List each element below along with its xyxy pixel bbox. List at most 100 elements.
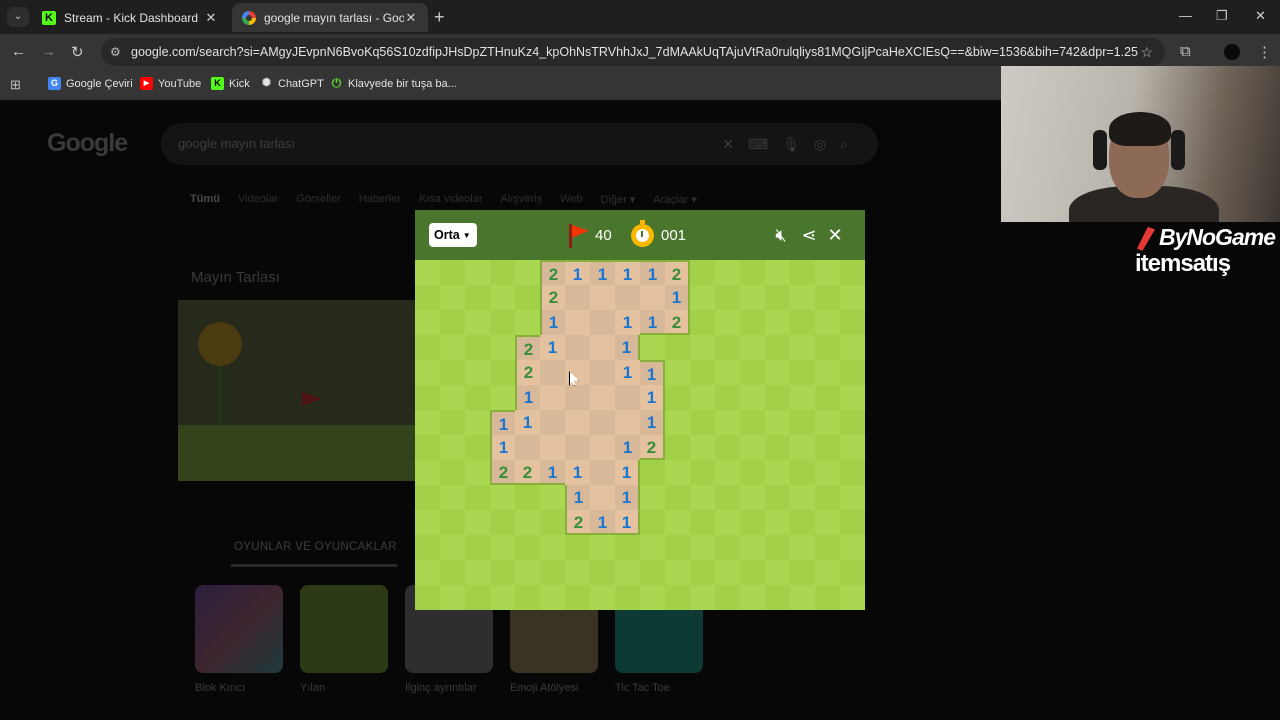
tab-all[interactable]: Tümü (190, 193, 220, 206)
hidden-cell[interactable] (765, 335, 790, 360)
hidden-cell[interactable] (840, 535, 865, 560)
hidden-cell[interactable] (590, 535, 615, 560)
hidden-cell[interactable] (440, 360, 465, 385)
hidden-cell[interactable] (440, 585, 465, 610)
hidden-cell[interactable] (465, 460, 490, 485)
hidden-cell[interactable] (465, 485, 490, 510)
mic-icon[interactable]: 🎙 (782, 136, 814, 152)
revealed-cell[interactable]: 1 (490, 435, 515, 460)
hidden-cell[interactable] (740, 460, 765, 485)
revealed-cell[interactable]: 1 (640, 385, 665, 410)
hidden-cell[interactable] (415, 335, 440, 360)
hidden-cell[interactable] (715, 285, 740, 310)
hidden-cell[interactable] (515, 585, 540, 610)
revealed-cell[interactable] (565, 335, 590, 360)
revealed-cell[interactable]: 1 (540, 460, 565, 485)
revealed-cell[interactable]: 1 (615, 435, 640, 460)
hidden-cell[interactable] (740, 560, 765, 585)
hidden-cell[interactable] (490, 510, 515, 535)
hidden-cell[interactable] (465, 310, 490, 335)
reload-icon[interactable]: ↻ (71, 43, 84, 61)
revealed-cell[interactable]: 1 (640, 310, 665, 335)
hidden-cell[interactable] (565, 560, 590, 585)
revealed-cell[interactable]: 1 (640, 360, 665, 385)
hidden-cell[interactable] (440, 310, 465, 335)
hidden-cell[interactable] (415, 460, 440, 485)
revealed-cell[interactable]: 1 (615, 360, 640, 385)
hidden-cell[interactable] (465, 260, 490, 285)
revealed-cell[interactable] (590, 310, 615, 335)
hidden-cell[interactable] (665, 585, 690, 610)
revealed-cell[interactable] (590, 285, 615, 310)
hidden-cell[interactable] (465, 510, 490, 535)
hidden-cell[interactable] (590, 560, 615, 585)
hidden-cell[interactable] (690, 435, 715, 460)
hidden-cell[interactable] (840, 460, 865, 485)
revealed-cell[interactable]: 2 (515, 460, 540, 485)
hidden-cell[interactable] (415, 285, 440, 310)
hidden-cell[interactable] (465, 585, 490, 610)
hidden-cell[interactable] (640, 485, 665, 510)
revealed-cell[interactable]: 2 (665, 310, 690, 335)
hidden-cell[interactable] (415, 435, 440, 460)
hidden-cell[interactable] (440, 485, 465, 510)
hidden-cell[interactable] (490, 585, 515, 610)
minimize-icon[interactable]: — (1179, 8, 1192, 23)
hidden-cell[interactable] (690, 360, 715, 385)
revealed-cell[interactable] (640, 285, 665, 310)
hidden-cell[interactable] (765, 585, 790, 610)
hidden-cell[interactable] (815, 560, 840, 585)
hidden-cell[interactable] (465, 335, 490, 360)
hidden-cell[interactable] (690, 485, 715, 510)
hidden-cell[interactable] (640, 335, 665, 360)
menu-kebab-icon[interactable]: ⋮ (1257, 43, 1272, 61)
hidden-cell[interactable] (665, 385, 690, 410)
profile-avatar[interactable] (1224, 44, 1240, 60)
revealed-cell[interactable] (565, 310, 590, 335)
hidden-cell[interactable] (640, 535, 665, 560)
revealed-cell[interactable]: 2 (665, 260, 690, 285)
hidden-cell[interactable] (515, 310, 540, 335)
hidden-cell[interactable] (515, 285, 540, 310)
hidden-cell[interactable] (790, 335, 815, 360)
hidden-cell[interactable] (790, 410, 815, 435)
hidden-cell[interactable] (815, 335, 840, 360)
hidden-cell[interactable] (465, 435, 490, 460)
hidden-cell[interactable] (665, 535, 690, 560)
hidden-cell[interactable] (515, 510, 540, 535)
hidden-cell[interactable] (490, 360, 515, 385)
restore-icon[interactable]: ❐ (1216, 8, 1228, 24)
close-window-icon[interactable]: ✕ (1255, 8, 1266, 24)
hidden-cell[interactable] (690, 510, 715, 535)
hidden-cell[interactable] (565, 585, 590, 610)
extensions-icon[interactable]: ⧉ (1180, 43, 1191, 60)
search-icon[interactable]: ⌕ (840, 136, 862, 152)
revealed-cell[interactable]: 1 (565, 260, 590, 285)
hidden-cell[interactable] (665, 510, 690, 535)
hidden-cell[interactable] (815, 385, 840, 410)
hidden-cell[interactable] (790, 510, 815, 535)
hidden-cell[interactable] (840, 260, 865, 285)
hidden-cell[interactable] (615, 560, 640, 585)
hidden-cell[interactable] (740, 360, 765, 385)
revealed-cell[interactable]: 1 (665, 285, 690, 310)
tab-shopping[interactable]: Alışveriş (501, 193, 543, 206)
hidden-cell[interactable] (740, 535, 765, 560)
hidden-cell[interactable] (840, 410, 865, 435)
new-tab-icon[interactable]: + (434, 8, 445, 26)
hidden-cell[interactable] (690, 335, 715, 360)
toys-heading[interactable]: OYUNLAR VE OYUNCAKLAR (234, 541, 397, 553)
hidden-cell[interactable] (840, 585, 865, 610)
hidden-cell[interactable] (665, 560, 690, 585)
hidden-cell[interactable] (790, 260, 815, 285)
hidden-cell[interactable] (765, 385, 790, 410)
hidden-cell[interactable] (740, 260, 765, 285)
hidden-cell[interactable] (715, 360, 740, 385)
revealed-cell[interactable] (590, 410, 615, 435)
lens-icon[interactable]: ◎ (814, 136, 840, 152)
hidden-cell[interactable] (815, 310, 840, 335)
back-arrow-icon[interactable]: ← (11, 43, 26, 60)
hidden-cell[interactable] (690, 585, 715, 610)
hidden-cell[interactable] (815, 285, 840, 310)
hidden-cell[interactable] (740, 585, 765, 610)
